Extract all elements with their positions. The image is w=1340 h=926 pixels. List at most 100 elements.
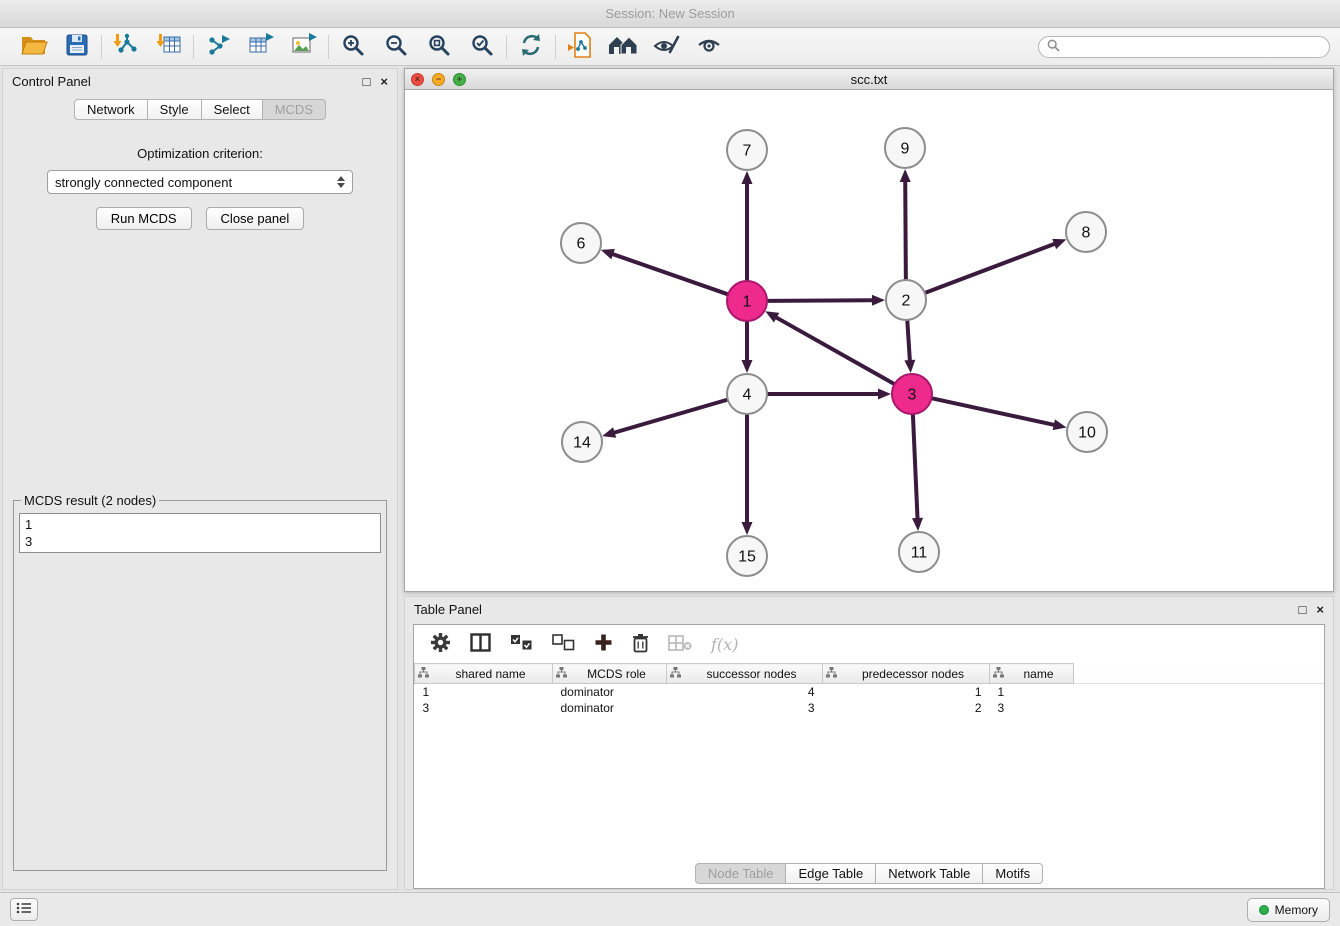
eye-icon [696, 33, 722, 60]
memory-button[interactable]: Memory [1247, 898, 1330, 922]
import-table-icon [156, 32, 182, 61]
open-folder-icon [20, 33, 48, 60]
app-title: Session: New Session [605, 6, 734, 21]
show-graphics-details-button[interactable] [694, 33, 724, 61]
graph-edge[interactable] [742, 322, 753, 373]
tab-motifs[interactable]: Motifs [983, 863, 1043, 884]
graph-node[interactable]: 2 [886, 280, 926, 320]
tab-style[interactable]: Style [148, 99, 202, 120]
graph-node[interactable]: 4 [727, 374, 767, 414]
graph-node[interactable]: 14 [562, 422, 602, 462]
tab-select[interactable]: Select [202, 99, 263, 120]
table-row[interactable]: 1dominator411 [415, 684, 1325, 700]
window-minimize-button[interactable]: − [432, 73, 445, 86]
run-mcds-button[interactable]: Run MCDS [96, 207, 192, 230]
column-header[interactable]: name [990, 664, 1074, 684]
table-panel: Table Panel □ × [404, 596, 1334, 890]
zoom-out-icon [384, 33, 408, 60]
delete-row-button[interactable] [632, 633, 649, 656]
tab-network-table[interactable]: Network Table [876, 863, 983, 884]
create-column-button[interactable] [594, 633, 613, 655]
function-builder-button[interactable]: f(x) [711, 635, 738, 654]
zoom-fit-button[interactable] [424, 33, 454, 61]
graph-edge[interactable] [926, 239, 1067, 293]
graph-node-label: 7 [743, 143, 752, 160]
column-header[interactable]: successor nodes [667, 664, 823, 684]
mcds-result-list[interactable]: 13 [19, 513, 381, 553]
select-all-button[interactable] [510, 634, 533, 654]
tab-edge-table[interactable]: Edge Table [786, 863, 876, 884]
home-button[interactable] [608, 33, 638, 61]
zoom-in-button[interactable] [338, 33, 368, 61]
zoom-out-button[interactable] [381, 33, 411, 61]
network-file-icon [567, 32, 593, 61]
export-network-icon [205, 32, 231, 61]
tab-node-table[interactable]: Node Table [695, 863, 787, 884]
close-panel-icon[interactable]: × [380, 75, 388, 88]
graph-edge[interactable] [900, 169, 911, 279]
search-input[interactable] [1065, 40, 1321, 54]
task-history-button[interactable] [10, 898, 38, 921]
graph-edge[interactable] [904, 321, 915, 373]
show-columns-button[interactable] [470, 633, 491, 655]
function-icon: f(x) [711, 635, 738, 654]
sort-tree-icon [556, 667, 567, 681]
column-header[interactable]: MCDS role [553, 664, 667, 684]
graph-edge[interactable] [742, 415, 753, 535]
window-zoom-button[interactable]: + [453, 73, 466, 86]
graph-node[interactable]: 6 [561, 223, 601, 263]
graph-node[interactable]: 10 [1067, 412, 1107, 452]
eye-pencil-icon [652, 33, 680, 60]
result-item[interactable]: 3 [25, 533, 375, 550]
network-file-manager-button[interactable] [565, 33, 595, 61]
export-network-button[interactable] [203, 33, 233, 61]
graph-edge[interactable] [768, 295, 885, 306]
export-image-button[interactable] [289, 33, 319, 61]
network-canvas[interactable]: 7 9 6 8 1 2 4 3 14 10 15 11 [405, 90, 1333, 591]
graph-edge[interactable] [742, 171, 753, 280]
graph-node[interactable]: 7 [727, 130, 767, 170]
graph-edge[interactable] [933, 398, 1067, 430]
memory-button-label: Memory [1275, 903, 1318, 917]
result-item[interactable]: 1 [25, 516, 375, 533]
refresh-layout-button[interactable] [516, 33, 546, 61]
import-network-button[interactable] [111, 33, 141, 61]
list-icon [16, 902, 32, 917]
export-table-button[interactable] [246, 33, 276, 61]
save-session-button[interactable] [62, 33, 92, 61]
show-style-button[interactable] [651, 33, 681, 61]
homes-icon [607, 33, 639, 60]
graph-edge[interactable] [768, 389, 891, 400]
graph-node[interactable]: 9 [885, 128, 925, 168]
graph-node[interactable]: 8 [1066, 212, 1106, 252]
graph-node[interactable]: 11 [899, 532, 939, 572]
app-window: Session: New Session [0, 0, 1340, 926]
graph-node[interactable]: 15 [727, 536, 767, 576]
table-row[interactable]: 3dominator323 [415, 700, 1325, 716]
graph-edge[interactable] [602, 400, 727, 438]
criterion-dropdown[interactable]: strongly connected component [47, 170, 353, 194]
float-panel-icon[interactable]: □ [1299, 603, 1307, 616]
graph-edge[interactable] [912, 415, 923, 531]
close-panel-button[interactable]: Close panel [206, 207, 305, 230]
open-session-button[interactable] [19, 33, 49, 61]
tab-network[interactable]: Network [74, 99, 148, 120]
zoom-fit-icon [427, 33, 451, 60]
graph-edge[interactable] [601, 249, 727, 294]
graph-edge[interactable] [765, 311, 893, 383]
window-close-button[interactable]: × [411, 73, 424, 86]
graph-node[interactable]: 3 [892, 374, 932, 414]
import-table-button[interactable] [154, 33, 184, 61]
zoom-selected-button[interactable] [467, 33, 497, 61]
graph-node-label: 9 [901, 141, 910, 158]
column-header[interactable]: shared name [415, 664, 553, 684]
delete-column-button[interactable] [668, 635, 692, 654]
tab-mcds[interactable]: MCDS [263, 99, 326, 120]
table-settings-button[interactable] [430, 632, 451, 656]
graph-node[interactable]: 1 [727, 281, 767, 321]
close-panel-icon[interactable]: × [1316, 603, 1324, 616]
search-field[interactable] [1038, 36, 1330, 58]
column-header[interactable]: predecessor nodes [823, 664, 990, 684]
float-panel-icon[interactable]: □ [363, 75, 371, 88]
unselect-all-button[interactable] [552, 634, 575, 654]
